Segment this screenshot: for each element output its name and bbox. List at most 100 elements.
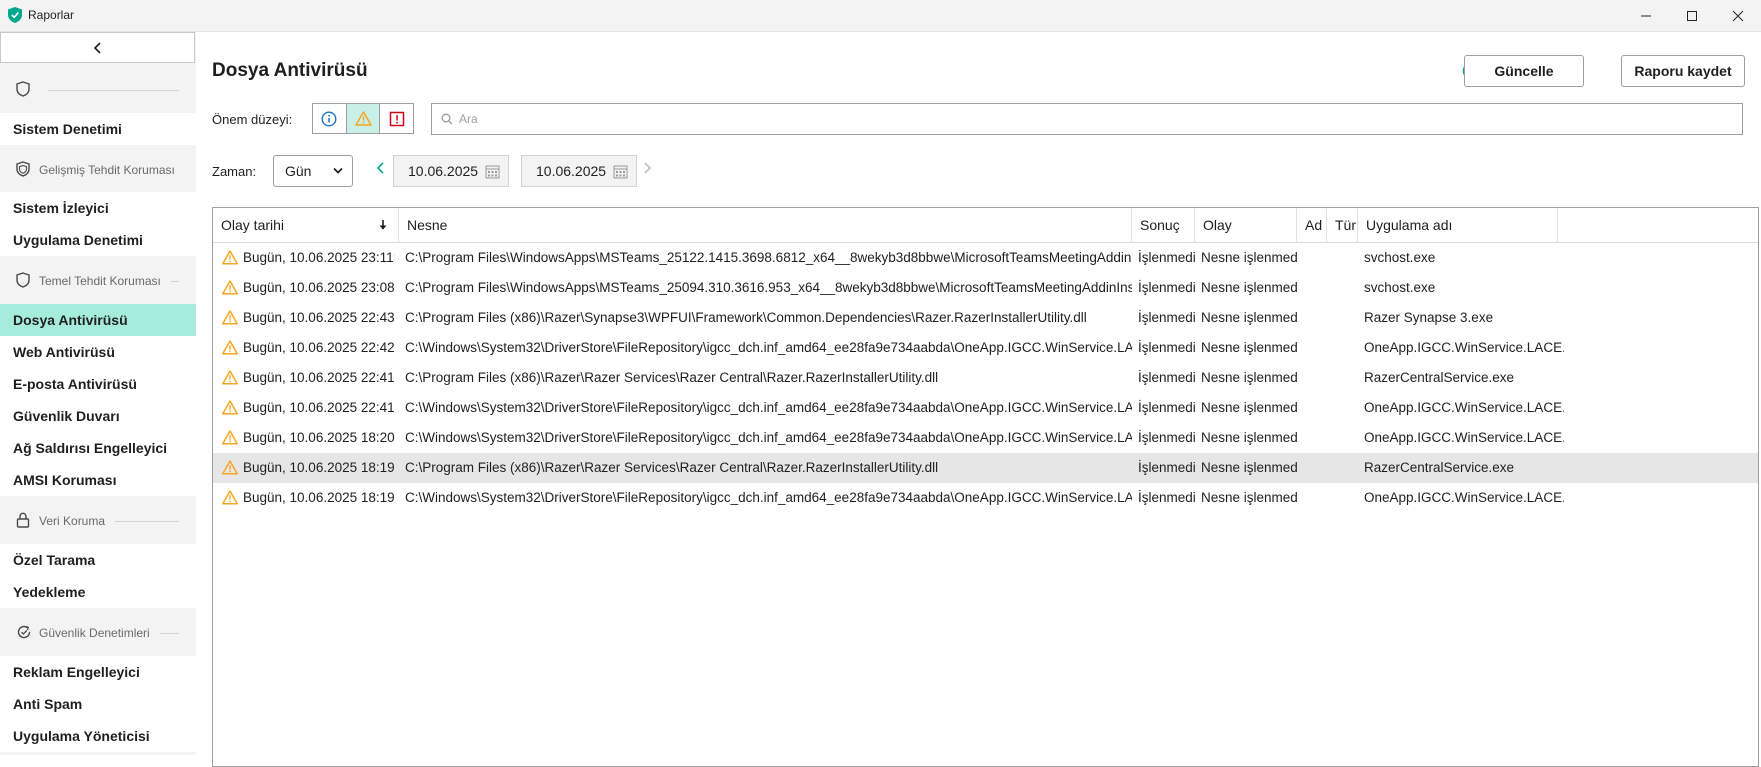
title-bar: Raporlar: [0, 0, 1761, 32]
column-label: Tür: [1335, 217, 1356, 233]
table-row[interactable]: Bugün, 10.06.2025 22:41:37 C:\Program Fil…: [213, 363, 1758, 393]
name-cell: [1303, 423, 1329, 453]
app-name-cell: OneApp.IGCC.WinService.LACE.exe: [1364, 340, 1564, 355]
table-row[interactable]: Bugün, 10.06.2025 22:42:32 C:\Windows\Sys…: [213, 333, 1758, 363]
event-date-cell: Bugün, 10.06.2025 22:41:37: [243, 370, 395, 385]
event-date-cell: Bugün, 10.06.2025 23:08:44: [243, 280, 395, 295]
severity-filter: [312, 103, 414, 134]
severity-critical-toggle[interactable]: [380, 104, 413, 133]
result-cell: İşlenmedi: [1138, 340, 1196, 355]
column-label: Olay tarihi: [221, 217, 285, 233]
sidebar-group-header: Veri Koruma: [0, 500, 196, 542]
shield-icon: [16, 272, 34, 290]
divider: [48, 90, 179, 91]
severity-info-toggle[interactable]: [313, 104, 347, 133]
sidebar-item-sistem-i-zleyici[interactable]: Sistem İzleyici: [0, 192, 196, 224]
event-date-cell: Bugün, 10.06.2025 23:11:03: [243, 250, 395, 265]
col-header-type[interactable]: Tür: [1327, 208, 1358, 242]
sidebar-item-reklam-engelleyici[interactable]: Reklam Engelleyici: [0, 656, 196, 688]
sidebar-item-güvenlik-duvarı[interactable]: Güvenlik Duvarı: [0, 400, 196, 432]
update-button[interactable]: Güncelle: [1464, 55, 1584, 87]
search-input[interactable]: [457, 111, 1741, 127]
sidebar-item-amsi-koruması[interactable]: AMSI Koruması: [0, 464, 196, 496]
col-header-result[interactable]: Sonuç: [1132, 208, 1195, 242]
table-row[interactable]: Bugün, 10.06.2025 22:41:31 C:\Windows\Sys…: [213, 393, 1758, 423]
minimize-icon: [1641, 15, 1651, 16]
result-cell: İşlenmedi: [1138, 460, 1196, 475]
app-name-cell: OneApp.IGCC.WinService.LACE.exe: [1364, 430, 1564, 445]
event-cell: Nesne işlenmedi: [1201, 310, 1297, 325]
object-path-cell: C:\Windows\System32\DriverStore\FileRepo…: [405, 490, 1132, 505]
chevron-left-icon: [93, 41, 101, 54]
severity-warning-toggle[interactable]: [346, 104, 381, 133]
app-name-cell: svchost.exe: [1364, 280, 1436, 295]
sidebar-item-dosya-antivirüsü[interactable]: Dosya Antivirüsü: [0, 304, 196, 336]
warning-icon: [222, 340, 238, 355]
col-header-name[interactable]: Ad: [1297, 208, 1327, 242]
col-header-event[interactable]: Olay: [1195, 208, 1297, 242]
type-cell: [1333, 453, 1359, 483]
type-cell: [1333, 243, 1359, 273]
object-path-cell: C:\Windows\System32\DriverStore\FileRepo…: [405, 400, 1132, 415]
close-button[interactable]: [1715, 0, 1761, 31]
events-table: Olay tarihi Nesne Sonuç Olay Ad Tür Uygulama a…: [212, 207, 1759, 767]
column-label: Sonuç: [1140, 217, 1180, 233]
sidebar-item-anti-spam[interactable]: Anti Spam: [0, 688, 196, 720]
sidebar-item-uygulama-yöneticisi[interactable]: Uygulama Yöneticisi: [0, 720, 196, 752]
col-header-object[interactable]: Nesne: [399, 208, 1132, 242]
table-row[interactable]: Bugün, 10.06.2025 18:20:20 C:\Windows\Sys…: [213, 423, 1758, 453]
object-path-cell: C:\Program Files\WindowsApps\MSTeams_251…: [405, 250, 1132, 265]
warning-icon: [222, 370, 238, 385]
info-icon: [321, 110, 337, 127]
period-select[interactable]: Gün: [273, 155, 353, 187]
table-row[interactable]: Bugün, 10.06.2025 23:08:44 C:\Program Fil…: [213, 273, 1758, 303]
sidebar-item-ağ-saldırısı-engelleyici[interactable]: Ağ Saldırısı Engelleyici: [0, 432, 196, 464]
sidebar-item-sistem-denetimi[interactable]: Sistem Denetimi: [0, 113, 196, 145]
name-cell: [1303, 363, 1329, 393]
result-cell: İşlenmedi: [1138, 400, 1196, 415]
sidebar-item-özel-tarama[interactable]: Özel Tarama: [0, 544, 196, 576]
table-row[interactable]: Bugün, 10.06.2025 22:43:14 C:\Program Fil…: [213, 303, 1758, 333]
sidebar-item-web-antivirüsü[interactable]: Web Antivirüsü: [0, 336, 196, 368]
col-header-event-date[interactable]: Olay tarihi: [213, 208, 399, 242]
maximize-icon: [1687, 10, 1697, 21]
name-cell: [1303, 483, 1329, 513]
sidebar-collapse-button[interactable]: [0, 32, 195, 63]
calendar-icon[interactable]: [485, 164, 500, 179]
minimize-button[interactable]: [1623, 0, 1669, 31]
main-panel: Dosya Antivirüsü Güncelle Raporu kaydet …: [196, 32, 1761, 767]
sidebar-group-label: Temel Tehdit Koruması: [39, 274, 161, 288]
table-row[interactable]: Bugün, 10.06.2025 18:19:20 C:\Windows\Sys…: [213, 483, 1758, 513]
object-path-cell: C:\Windows\System32\DriverStore\FileRepo…: [405, 430, 1132, 445]
event-cell: Nesne işlenmedi: [1201, 340, 1297, 355]
sidebar-item-uygulama-denetimi[interactable]: Uygulama Denetimi: [0, 224, 196, 256]
sidebar-item-e-posta-antivirüsü[interactable]: E-posta Antivirüsü: [0, 368, 196, 400]
date-from-field[interactable]: 10.06.2025: [393, 155, 509, 187]
warning-icon: [222, 280, 238, 295]
table-row[interactable]: Bugün, 10.06.2025 23:11:03 C:\Program Fil…: [213, 243, 1758, 273]
object-path-cell: C:\Program Files (x86)\Razer\Razer Servi…: [405, 460, 939, 475]
sidebar-item-yedekleme[interactable]: Yedekleme: [0, 576, 196, 608]
event-date-cell: Bugün, 10.06.2025 18:20:20: [243, 430, 395, 445]
event-cell: Nesne işlenmedi: [1201, 490, 1297, 505]
app-name-cell: OneApp.IGCC.WinService.LACE.exe: [1364, 400, 1564, 415]
result-cell: İşlenmedi: [1138, 430, 1196, 445]
warning-icon: [222, 460, 238, 475]
sidebar-group-header: Gelişmiş Tehdit Koruması: [0, 149, 196, 191]
calendar-icon[interactable]: [613, 164, 628, 179]
event-cell: Nesne işlenmedi: [1201, 460, 1297, 475]
name-cell: [1303, 243, 1329, 273]
maximize-button[interactable]: [1669, 0, 1715, 31]
sidebar: Sistem Denetimi Gelişmiş Tehdit Koruması S…: [0, 32, 196, 755]
name-cell: [1303, 453, 1329, 483]
previous-date-button[interactable]: [376, 162, 385, 174]
save-report-button[interactable]: Raporu kaydet: [1621, 55, 1745, 87]
event-cell: Nesne işlenmedi: [1201, 430, 1297, 445]
next-date-button[interactable]: [643, 162, 652, 174]
name-cell: [1303, 303, 1329, 333]
col-header-app-name[interactable]: Uygulama adı: [1358, 208, 1558, 242]
date-to-field[interactable]: 10.06.2025: [521, 155, 637, 187]
table-row[interactable]: Bugün, 10.06.2025 18:19:25 C:\Program Fil…: [213, 453, 1758, 483]
search-box: [431, 103, 1743, 135]
app-name-cell: RazerCentralService.exe: [1364, 460, 1515, 475]
